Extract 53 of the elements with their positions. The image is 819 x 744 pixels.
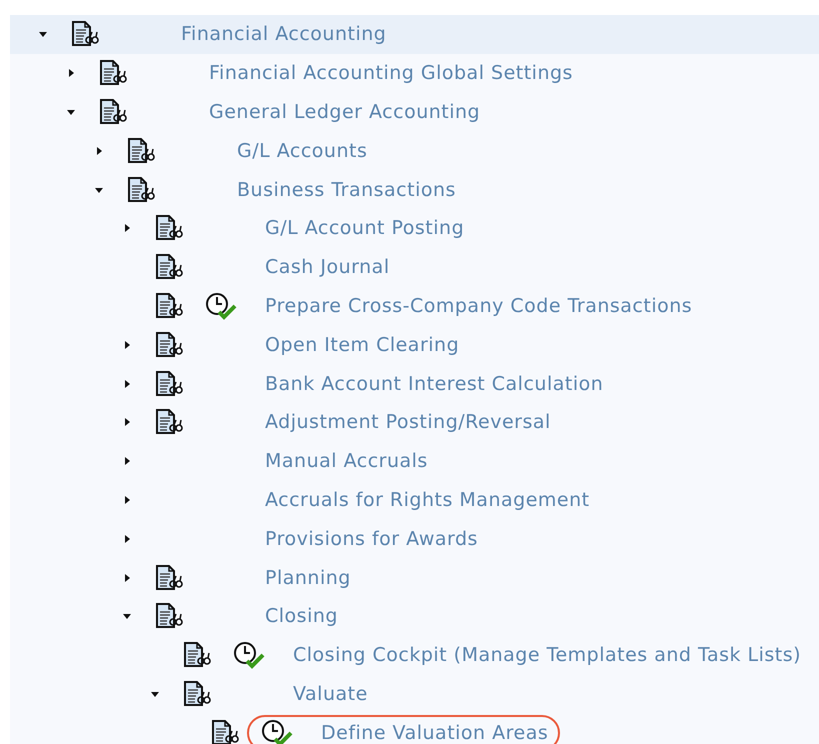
tree-item-label[interactable]: Closing [265,605,338,628]
tree-row[interactable]: Accruals for Rights Management [10,480,819,520]
tree-row[interactable]: Bank Account Interest Calculation [10,364,819,403]
tree-item-label[interactable]: Open Item Clearing [265,334,460,356]
tree-row[interactable]: Closing Cockpit (Manage Templates and Task Lists) [10,636,819,675]
collapsed-arrow-icon[interactable] [122,494,132,505]
tree-item-label[interactable]: Accruals for Rights Management [265,488,590,511]
tree-row[interactable]: Adjustment Posting/Reversal [10,402,819,442]
clock-check-icon[interactable] [205,292,237,320]
tree-item-label[interactable]: Closing Cockpit (Manage Templates and Task Lists) [293,644,802,666]
collapsed-arrow-icon[interactable] [122,340,132,350]
tree-item-label[interactable]: G/L Accounts [237,140,368,162]
tree-item-label[interactable]: Prepare Cross-Company Code Transactions [265,294,692,317]
tree-row[interactable]: G/L Account Posting [10,208,819,248]
tree-row[interactable]: General Ledger Accounting [10,92,819,132]
collapsed-arrow-icon[interactable] [122,456,132,466]
collapsed-arrow-icon[interactable] [122,378,132,389]
tree-row[interactable]: Business Transactions [10,170,819,209]
tree-item-label[interactable]: Valuate [293,682,368,705]
tree-row[interactable]: Valuate [10,674,819,714]
tree-item-label[interactable]: Cash Journal [265,256,390,278]
tree-item-label[interactable]: Financial Accounting [181,23,386,46]
collapsed-arrow-icon[interactable] [122,572,132,583]
tree-item-label[interactable]: Adjustment Posting/Reversal [265,411,551,434]
clock-check-icon[interactable] [233,641,265,670]
tree-item-label[interactable]: Business Transactions [237,178,456,201]
collapsed-arrow-icon[interactable] [66,68,76,78]
tree-row[interactable]: Prepare Cross-Company Code Transactions [10,286,819,326]
collapsed-arrow-icon[interactable] [94,146,104,156]
tree-item-label[interactable]: G/L Account Posting [265,217,464,240]
tree-item-label[interactable]: Financial Accounting Global Settings [209,62,573,84]
clock-check-icon[interactable] [261,718,293,744]
tree-item-label[interactable]: Provisions for Awards [265,528,478,550]
tree-row[interactable]: Define Valuation Areas [10,713,819,744]
tree-item-label[interactable]: Bank Account Interest Calculation [265,372,604,395]
tree-row[interactable]: Open Item Clearing [10,325,819,364]
collapsed-arrow-icon[interactable] [122,534,132,544]
tree-item-label[interactable]: General Ledger Accounting [209,100,480,123]
expanded-arrow-icon[interactable] [122,611,132,622]
expanded-arrow-icon[interactable] [38,29,48,40]
tree-row[interactable]: G/L Accounts [10,131,819,170]
tree-row[interactable]: Financial Accounting [10,15,819,54]
tree-item-label[interactable]: Planning [265,566,351,589]
tree-row[interactable]: Financial Accounting Global Settings [10,54,819,93]
tree-row[interactable]: Planning [10,558,819,597]
collapsed-arrow-icon[interactable] [122,417,132,428]
tree-item-label[interactable]: Define Valuation Areas [321,722,548,744]
tree-row[interactable]: Provisions for Awards [10,519,819,558]
tree-row[interactable]: Manual Accruals [10,442,819,481]
collapsed-arrow-icon[interactable] [122,223,132,234]
tree-item-label[interactable]: Manual Accruals [265,450,428,472]
tree-row[interactable]: Closing [10,596,819,636]
tree-row[interactable]: Cash Journal [10,248,819,287]
